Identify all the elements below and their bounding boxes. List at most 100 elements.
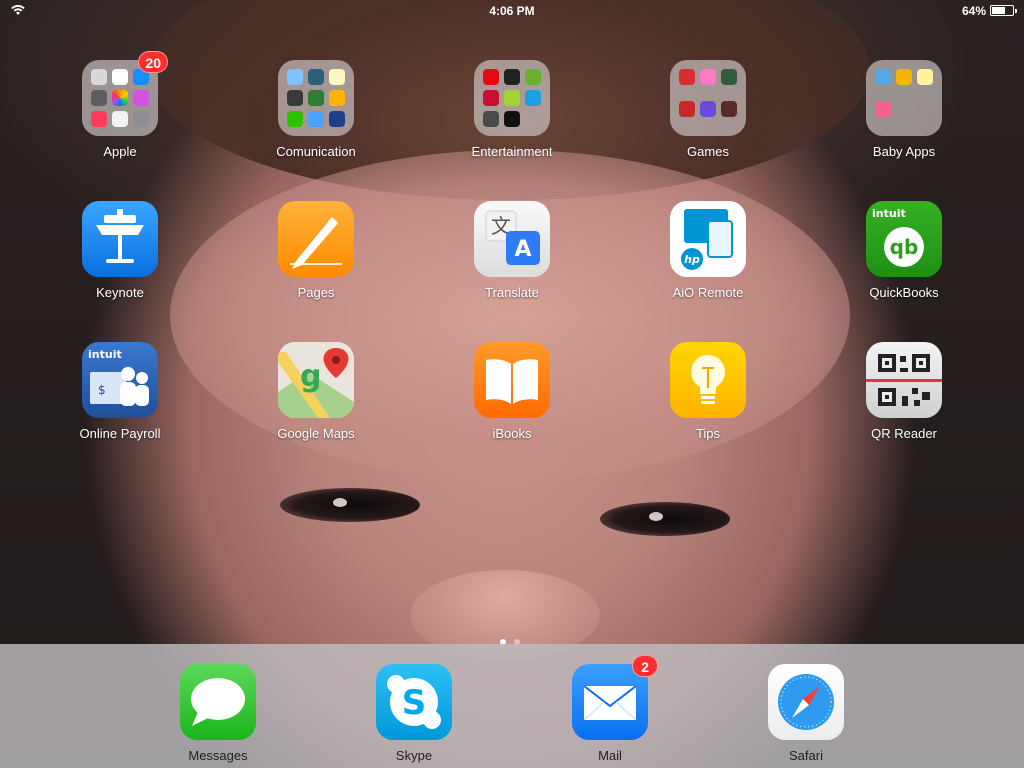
app-label: Tips (695, 426, 721, 441)
app-label: AiO Remote (672, 285, 744, 300)
keynote-icon (82, 201, 158, 277)
skype-icon: S (376, 664, 452, 740)
app-qr-reader[interactable]: QR Reader (844, 342, 964, 442)
app-label: Games (687, 144, 729, 159)
tips-icon (670, 342, 746, 418)
dock-app-mail[interactable]: 2 Mail (550, 655, 670, 764)
folder-baby-apps[interactable]: Baby Apps (844, 60, 964, 160)
status-bar: 4:06 PM 64% (0, 0, 1024, 22)
folder-games[interactable]: Games (648, 60, 768, 160)
quickbooks-icon: intuit qb (866, 201, 942, 277)
app-label: Google Maps (277, 426, 355, 441)
mini-app-icon (112, 90, 128, 106)
aio-remote-icon: hp (670, 201, 746, 277)
qr-reader-icon (866, 342, 942, 418)
app-pages[interactable]: Pages (256, 201, 376, 301)
translate-icon: 文 A (474, 201, 550, 277)
hp-logo-icon: hp (681, 209, 733, 270)
translate-glyph-icon: 文 A (485, 210, 540, 265)
payroll-people-icon: intuit $ (88, 348, 149, 406)
app-label: iBooks (492, 426, 532, 441)
svg-text:$: $ (98, 383, 106, 397)
svg-text:intuit: intuit (872, 207, 906, 220)
online-payroll-icon: intuit $ (82, 342, 158, 418)
mini-app-icon (917, 69, 933, 85)
app-label: Keynote (96, 285, 144, 300)
mini-app-icon (112, 111, 128, 127)
svg-text:intuit: intuit (88, 348, 122, 361)
dock-app-skype[interactable]: S Skype (354, 664, 474, 764)
folder-entertainment[interactable]: Entertainment (452, 60, 572, 160)
app-label: QR Reader (871, 426, 937, 441)
podium-icon (96, 209, 144, 263)
app-translate[interactable]: 文 A Translate (452, 201, 572, 301)
mini-app-icon (875, 69, 891, 85)
mini-app-icon (133, 111, 149, 127)
mini-app-icon (112, 69, 128, 85)
pages-icon (278, 201, 354, 277)
mini-app-icon (721, 100, 737, 117)
folder-baby-apps-icon (866, 60, 942, 136)
dock: Messages S Skype 2 Mail Safari (0, 644, 1024, 768)
app-label: Apple (103, 144, 137, 159)
open-book-icon (486, 359, 538, 404)
wallpaper-left-eye (280, 488, 420, 522)
app-label: Skype (395, 748, 433, 763)
map-pin-icon: g (278, 342, 354, 418)
notification-badge: 20 (138, 51, 168, 73)
mini-app-icon (329, 69, 345, 85)
mini-app-icon (525, 69, 541, 85)
qb-logo-icon: intuit qb (872, 207, 924, 267)
google-maps-icon: g (278, 342, 354, 418)
mini-app-icon (483, 69, 499, 85)
ibooks-icon (474, 342, 550, 418)
app-quickbooks[interactable]: intuit qb QuickBooks (844, 201, 964, 301)
folder-comunication-icon (278, 60, 354, 136)
mini-app-icon (308, 111, 324, 127)
qr-code-icon (866, 354, 942, 406)
app-label: Baby Apps (872, 144, 936, 159)
mini-app-icon (700, 69, 716, 85)
app-google-maps[interactable]: g Google Maps (256, 342, 376, 442)
app-label: Safari (789, 748, 823, 763)
mini-app-icon (329, 90, 345, 106)
mini-app-icon (91, 111, 107, 127)
mini-app-icon (679, 69, 695, 85)
app-tips[interactable]: Tips (648, 342, 768, 442)
app-keynote[interactable]: Keynote (60, 201, 180, 301)
battery-percentage: 64% (961, 4, 986, 18)
mini-app-icon (329, 111, 345, 127)
mini-app-icon (287, 111, 303, 127)
mini-app-icon (483, 111, 499, 127)
mini-app-icon (896, 69, 912, 85)
lightbulb-icon (691, 355, 725, 404)
app-label: Translate (485, 285, 539, 300)
dock-app-safari[interactable]: Safari (746, 664, 866, 764)
svg-text:qb: qb (890, 235, 919, 259)
mini-app-icon (525, 90, 541, 106)
app-ibooks[interactable]: iBooks (452, 342, 572, 442)
svg-text:hp: hp (684, 253, 700, 266)
skype-logo-icon: S (387, 675, 441, 729)
svg-text:S: S (402, 683, 427, 723)
notification-badge: 2 (632, 655, 658, 677)
wallpaper-right-eye (600, 502, 730, 536)
battery-fill (992, 7, 1005, 14)
svg-text:g: g (300, 359, 321, 394)
app-label: Online Payroll (79, 426, 161, 441)
svg-text:A: A (514, 237, 531, 262)
compass-icon (778, 674, 834, 730)
folder-entertainment-icon (474, 60, 550, 136)
app-online-payroll[interactable]: intuit $ Online Payroll (60, 342, 180, 442)
folder-apple-icon: 20 (82, 51, 168, 136)
battery-icon (990, 5, 1017, 16)
folder-comunication[interactable]: Comunication (256, 60, 376, 160)
mini-app-icon (721, 69, 737, 85)
pen-icon (290, 217, 342, 269)
folder-apple[interactable]: 20 Apple (60, 51, 180, 160)
mail-icon: 2 (572, 655, 658, 740)
dock-app-messages[interactable]: Messages (158, 664, 278, 764)
app-label: Messages (188, 748, 248, 763)
safari-icon (768, 664, 844, 740)
app-aio-remote[interactable]: hp AiO Remote (648, 201, 768, 301)
